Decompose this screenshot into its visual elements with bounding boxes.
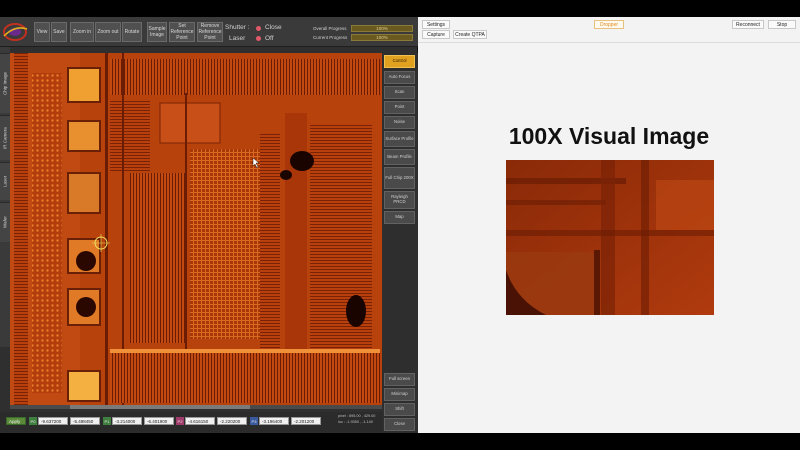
- p3-y-field[interactable]: -2.201200: [291, 417, 321, 425]
- overall-progress-text: 100%: [376, 26, 388, 31]
- p0-x-field[interactable]: -9.637200: [38, 417, 68, 425]
- panel-divider: [418, 42, 800, 43]
- shift-button[interactable]: Shift: [384, 403, 415, 416]
- shutter-status-dot: [256, 26, 261, 31]
- capture-button[interactable]: Capture: [422, 30, 450, 39]
- coordinate-bar: Apply P0 -9.637200 -5.498450 P1 -3.21400…: [0, 412, 382, 433]
- overall-progress-bar: 100%: [351, 25, 413, 32]
- location-readout: loc : -1.9350 , -1.140: [338, 420, 373, 424]
- scrollbar-thumb[interactable]: [70, 405, 250, 409]
- dropper-button[interactable]: Dropper: [594, 20, 624, 29]
- p2-x-field[interactable]: -4.616150: [185, 417, 215, 425]
- visual-image-panel: Settings Capture Create QTPA Dropper Rec…: [418, 17, 800, 433]
- full-screen-button[interactable]: Full screen: [384, 373, 415, 386]
- set-reference-point-button[interactable]: Set Reference Point: [169, 22, 195, 42]
- chip-viewer-app: View Save Zoom in Zoom out Rotate Sample…: [0, 17, 418, 433]
- noise-button[interactable]: Noise: [384, 116, 415, 129]
- zoom-in-button[interactable]: Zoom in: [70, 22, 94, 42]
- tab-ir-camera[interactable]: IR Camera: [0, 115, 10, 160]
- side-tab-strip: Chip Image IR Camera Laser Wafer: [0, 47, 10, 347]
- chip-micrograph: [10, 53, 382, 405]
- remove-reference-point-button[interactable]: Remove Reference Point: [197, 22, 223, 42]
- p1-tag: P1: [103, 417, 111, 425]
- viewer-horizontal-scrollbar[interactable]: [10, 405, 382, 409]
- shutter-label: Shutter :: [225, 24, 250, 31]
- stop-button[interactable]: Stop: [768, 20, 796, 29]
- beam-profile-button[interactable]: Beam Profile: [384, 149, 415, 165]
- p3-x-field[interactable]: -3.196400: [259, 417, 289, 425]
- minimap-button[interactable]: Minimap: [384, 388, 415, 401]
- sample-image-button[interactable]: Sample Image: [147, 22, 167, 42]
- laser-label: Laser: [229, 35, 246, 42]
- top-black-bar: [0, 0, 800, 17]
- current-progress-bar: 100%: [351, 34, 413, 41]
- p2-tag: P2: [176, 417, 184, 425]
- laser-status-dot: [256, 36, 261, 41]
- auto-focus-button[interactable]: Auto Focus: [384, 71, 415, 84]
- current-progress-text: 100%: [376, 35, 388, 40]
- save-button[interactable]: Save: [51, 22, 67, 42]
- close-button[interactable]: Close: [384, 418, 415, 431]
- scan-button[interactable]: Scan: [384, 86, 415, 99]
- point-button[interactable]: Point: [384, 101, 415, 114]
- tab-laser[interactable]: Laser: [0, 162, 10, 200]
- p3-tag: P3: [250, 417, 258, 425]
- visual-image-title: 100X Visual Image: [508, 123, 710, 149]
- tab-wafer[interactable]: Wafer: [0, 202, 10, 242]
- pixel-readout: pixel : 895.00 , 429.00: [338, 414, 376, 418]
- shutter-state: Close: [265, 24, 282, 31]
- p0-y-field[interactable]: -5.498450: [70, 417, 100, 425]
- p0-tag: P0: [29, 417, 37, 425]
- reconnect-button[interactable]: Reconnect: [732, 20, 764, 29]
- tab-chip-image[interactable]: Chip Image: [0, 53, 10, 113]
- overall-progress-label: Overall Progress: [313, 26, 347, 31]
- create-qtpa-button[interactable]: Create QTPA: [453, 30, 487, 39]
- surface-profile-button[interactable]: Surface Profile: [384, 131, 415, 147]
- apply-button[interactable]: Apply: [6, 417, 26, 425]
- laser-state: Off: [265, 35, 274, 42]
- rayleigh-prcd-button[interactable]: Rayleigh PRCD: [384, 191, 415, 209]
- p1-y-field[interactable]: -6.401900: [144, 417, 174, 425]
- settings-button[interactable]: Settings: [422, 20, 450, 29]
- zoom-out-button[interactable]: Zoom out: [95, 22, 121, 42]
- p1-x-field[interactable]: -3.214000: [112, 417, 142, 425]
- p2-y-field[interactable]: -2.220200: [217, 417, 247, 425]
- main-toolbar: View Save Zoom in Zoom out Rotate Sample…: [0, 17, 418, 47]
- view-button[interactable]: View: [34, 22, 50, 42]
- current-progress-label: Current Progress: [313, 35, 348, 40]
- magnified-chip-image: [506, 160, 714, 315]
- map-button[interactable]: Map: [384, 211, 415, 224]
- screen-root: View Save Zoom in Zoom out Rotate Sample…: [0, 0, 800, 450]
- control-button[interactable]: Control: [384, 55, 415, 68]
- bottom-black-bar: [0, 433, 800, 450]
- rotate-button[interactable]: Rotate: [122, 22, 142, 42]
- visual-image: [506, 160, 714, 315]
- app-logo-icon: [3, 23, 28, 41]
- control-menu: Control Auto Focus Scan Point Noise Surf…: [382, 53, 418, 433]
- chip-image-viewer[interactable]: [10, 53, 382, 405]
- full-chip-button[interactable]: Full Chip 200X: [384, 167, 415, 189]
